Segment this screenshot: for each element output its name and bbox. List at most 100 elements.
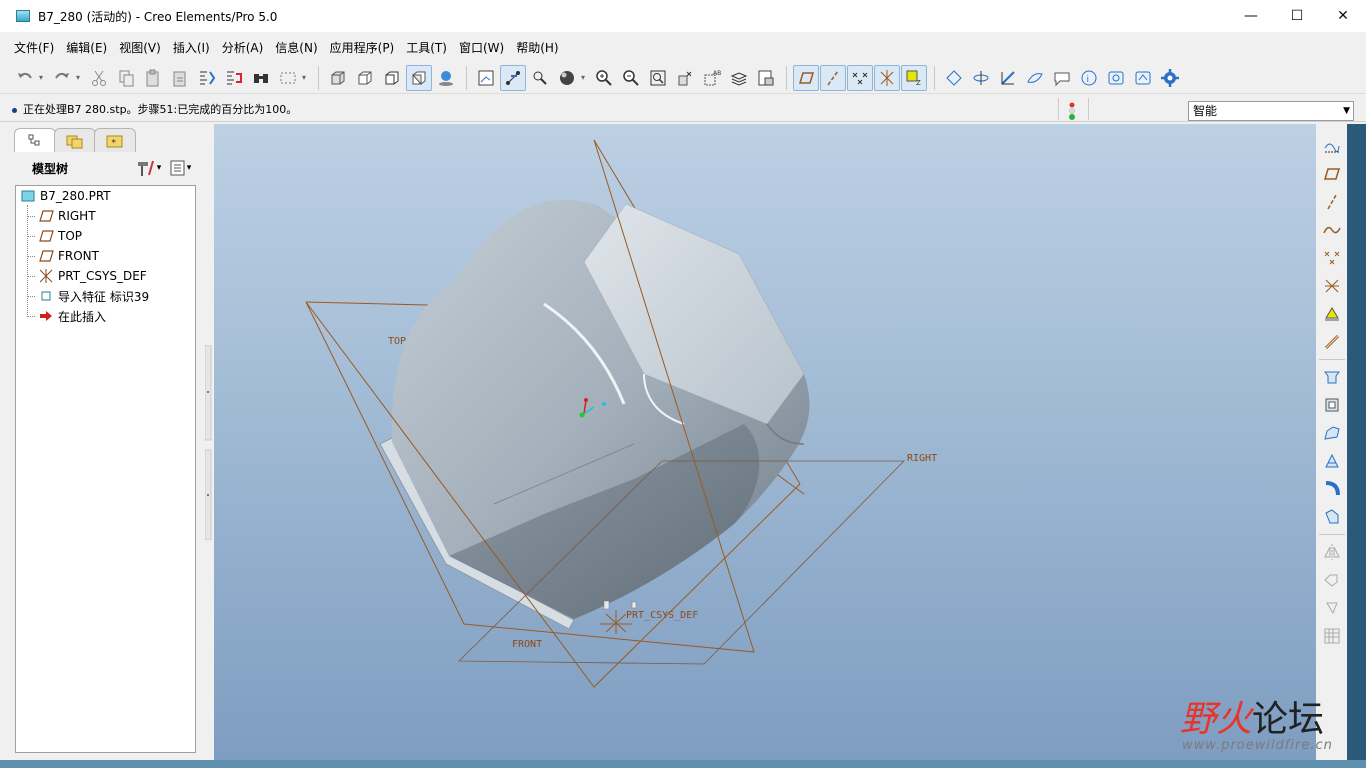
datum-label-csys[interactable]: PRT_CSYS_DEF: [626, 610, 698, 621]
status-light-icon: [1069, 102, 1075, 120]
datum-display-icon[interactable]: [500, 64, 526, 91]
point-display-icon[interactable]: [847, 64, 873, 91]
tree-item-csys[interactable]: PRT_CSYS_DEF: [38, 266, 147, 286]
pattern-tool-icon[interactable]: [1317, 622, 1347, 650]
extrude-tool-icon[interactable]: [1317, 363, 1347, 391]
tree-item-right[interactable]: RIGHT: [38, 206, 96, 226]
settings-gear-icon[interactable]: [1157, 65, 1183, 91]
datum-sketch-icon[interactable]: [1317, 132, 1347, 160]
revolve-tool-icon[interactable]: [1317, 391, 1347, 419]
sketch-view-icon[interactable]: [941, 65, 967, 91]
mapkey-icon[interactable]: [1103, 65, 1129, 91]
find-icon[interactable]: [248, 65, 274, 91]
mirror-tool-icon[interactable]: [1317, 538, 1347, 566]
note-icon[interactable]: [1049, 65, 1075, 91]
datum-axis-tool-icon[interactable]: [1317, 188, 1347, 216]
panel-splitter[interactable]: [205, 345, 213, 540]
datum-point-tool-icon[interactable]: [1317, 244, 1347, 272]
orient-mode-icon[interactable]: [995, 65, 1021, 91]
close-button[interactable]: ✕: [1320, 0, 1366, 32]
svg-text:i: i: [1087, 75, 1090, 85]
redo-icon[interactable]: [49, 65, 75, 91]
datum-label-right[interactable]: RIGHT: [907, 453, 937, 464]
menu-window[interactable]: 窗口(W): [453, 37, 510, 59]
model-info-icon[interactable]: i: [1076, 65, 1102, 91]
csys-display-icon[interactable]: [874, 64, 900, 91]
tree-item-front[interactable]: FRONT: [38, 246, 99, 266]
analysis-feature-icon[interactable]: [1317, 300, 1347, 328]
chain-link-icon[interactable]: [1317, 328, 1347, 356]
favorites-folder-icon: *: [106, 135, 123, 148]
regenerate-icon[interactable]: [194, 65, 220, 91]
redo-dropdown-icon[interactable]: ▾: [76, 73, 86, 82]
datum-label-front[interactable]: FRONT: [512, 639, 542, 650]
annotation-display-icon[interactable]: [527, 65, 553, 91]
layers-icon[interactable]: [726, 65, 752, 91]
minimize-button[interactable]: —: [1228, 0, 1274, 32]
repaint-icon[interactable]: [325, 65, 351, 91]
rotation-center-icon[interactable]: Z: [901, 64, 927, 91]
saved-views-icon[interactable]: AB: [699, 65, 725, 91]
tree-show-button[interactable]: ▾: [164, 156, 196, 180]
menu-help[interactable]: 帮助(H): [510, 37, 564, 59]
tab-folder-browser[interactable]: [54, 128, 96, 152]
menu-edit[interactable]: 编辑(E): [60, 37, 113, 59]
model-display-icon[interactable]: [753, 65, 779, 91]
surface-icon[interactable]: [1022, 65, 1048, 91]
tab-model-tree[interactable]: [14, 128, 56, 152]
plane-display-icon[interactable]: [793, 64, 819, 91]
copy-icon[interactable]: [113, 65, 139, 91]
part-icon: [20, 188, 36, 204]
zoom-out-icon[interactable]: [618, 65, 644, 91]
menu-tools[interactable]: 工具(T): [400, 37, 453, 59]
round-tool-icon[interactable]: [1317, 475, 1347, 503]
axis-display-icon[interactable]: [820, 64, 846, 91]
navigator-panel: * 模型树 ▾ ▾ B7_280.PRT RIGHT TOP FRONT PRT…: [0, 124, 204, 760]
select-dropdown-icon[interactable]: ▾: [302, 73, 312, 82]
datum-plane-tool-icon[interactable]: [1317, 160, 1347, 188]
trim-tool-icon[interactable]: [1317, 594, 1347, 622]
merge-tool-icon[interactable]: [1317, 566, 1347, 594]
shading-icon[interactable]: [406, 64, 432, 91]
no-hidden-icon[interactable]: [379, 65, 405, 91]
csys-tool-icon[interactable]: [1317, 272, 1347, 300]
spin-center-icon[interactable]: [968, 65, 994, 91]
graphics-viewport[interactable]: TOP RIGHT FRONT PRT_CSYS_DEF: [214, 124, 1316, 760]
menu-file[interactable]: 文件(F): [8, 37, 60, 59]
refit-icon[interactable]: [645, 65, 671, 91]
view-manager-icon[interactable]: [473, 65, 499, 91]
selection-filter-select[interactable]: 智能 ▼: [1188, 101, 1354, 121]
tree-item-top[interactable]: TOP: [38, 226, 82, 246]
paste-icon[interactable]: [140, 65, 166, 91]
datum-label-top[interactable]: TOP: [388, 336, 406, 347]
paste-special-icon[interactable]: [167, 65, 193, 91]
undo-dropdown-icon[interactable]: ▾: [39, 73, 49, 82]
tree-settings-button[interactable]: ▾: [132, 156, 164, 180]
tree-item-insert-here[interactable]: 在此插入: [38, 306, 106, 326]
menu-info[interactable]: 信息(N): [269, 37, 323, 59]
zoom-in-icon[interactable]: [591, 65, 617, 91]
menu-insert[interactable]: 插入(I): [167, 37, 216, 59]
select-box-icon[interactable]: [275, 65, 301, 91]
menu-analysis[interactable]: 分析(A): [216, 37, 270, 59]
enhanced-realism-icon[interactable]: [433, 65, 459, 91]
sweep-tool-icon[interactable]: [1317, 419, 1347, 447]
chamfer-tool-icon[interactable]: [1317, 503, 1347, 531]
trail-icon[interactable]: [1130, 65, 1156, 91]
appearance-dropdown-icon[interactable]: ▾: [581, 73, 591, 82]
menu-view[interactable]: 视图(V): [113, 37, 167, 59]
cut-icon[interactable]: [86, 65, 112, 91]
maximize-button[interactable]: ☐: [1274, 0, 1320, 32]
tree-item-part[interactable]: B7_280.PRT: [20, 186, 111, 206]
undo-icon[interactable]: [12, 65, 38, 91]
blend-tool-icon[interactable]: [1317, 447, 1347, 475]
tab-favorites[interactable]: *: [94, 128, 136, 152]
reorient-icon[interactable]: [672, 65, 698, 91]
appearance-gallery-icon[interactable]: [554, 65, 580, 91]
tree-item-import-feature[interactable]: 导入特征 标识39: [38, 286, 149, 306]
menu-applications[interactable]: 应用程序(P): [324, 37, 401, 59]
hidden-line-icon[interactable]: [352, 65, 378, 91]
regen-manager-icon[interactable]: [221, 65, 247, 91]
model-view: TOP RIGHT FRONT PRT_CSYS_DEF: [305, 139, 937, 688]
datum-curve-tool-icon[interactable]: [1317, 216, 1347, 244]
